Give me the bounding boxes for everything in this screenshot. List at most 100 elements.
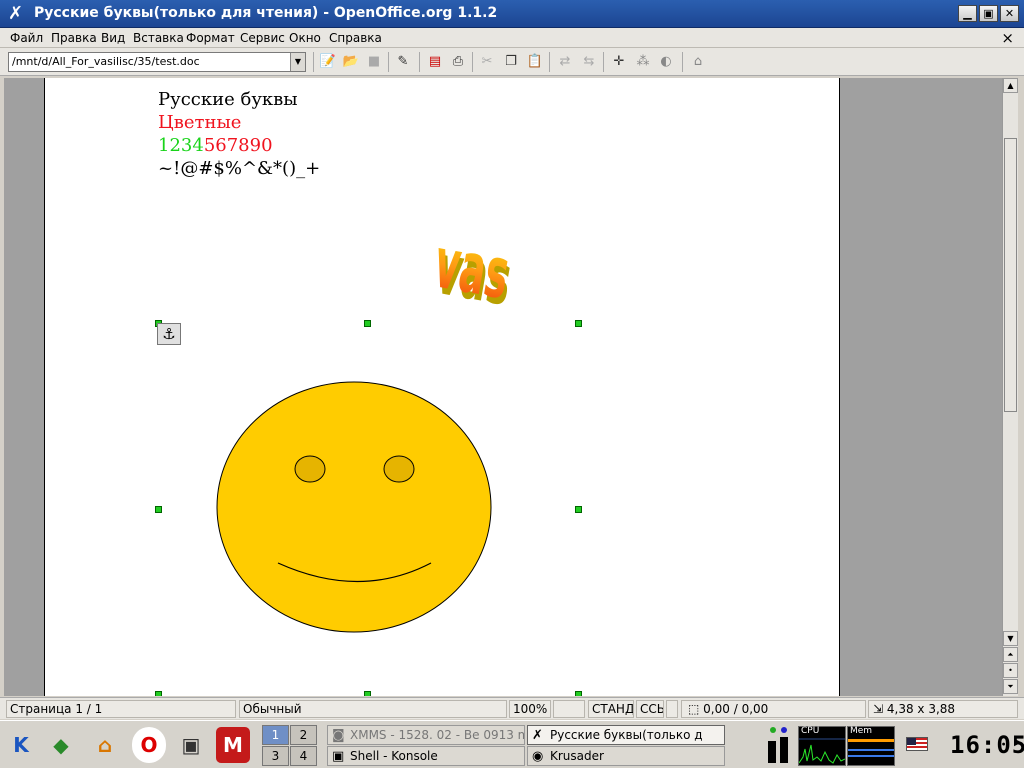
kde-panel: K ◆ ⌂ O ▣ M 1 2 3 4 ◙ XMMS - 1528. 02 - … (0, 720, 1024, 768)
scroll-up-icon[interactable]: ▲ (1003, 78, 1018, 93)
clock[interactable]: 16:05 (950, 731, 1024, 759)
status-page[interactable]: Страница 1 / 1 (6, 700, 236, 718)
status-position: ⬚ 0,00 / 0,00 (681, 700, 866, 718)
desktop-3[interactable]: 3 (262, 746, 289, 766)
panel-arrow-icon[interactable]: ▶ (1014, 737, 1022, 748)
save-icon[interactable]: ■ (364, 52, 384, 72)
url-combobox[interactable]: /mnt/d/All_For_vasilisc/35/test.doc ▼ (8, 52, 306, 72)
redo-icon[interactable]: ⇆ (579, 52, 599, 72)
function-toolbar: /mnt/d/All_For_vasilisc/35/test.doc ▼ 📝 … (0, 48, 1024, 76)
minimize-button[interactable]: ▁ (958, 5, 977, 22)
status-modified (666, 700, 678, 718)
menu-insert[interactable]: Вставка (133, 31, 184, 45)
cut-icon[interactable]: ✂ (477, 52, 497, 72)
task-konsole[interactable]: ▣ Shell - Konsole (327, 746, 525, 766)
title-bar[interactable]: ✗ Русские буквы(только для чтения) - Ope… (0, 0, 1024, 28)
menu-view[interactable]: Вид (101, 31, 125, 45)
text-line-1: Русские буквы (158, 89, 298, 110)
desktop-1[interactable]: 1 (262, 725, 289, 745)
document-area: Русские буквы Цветные 1234567890 ~!@#$%^… (4, 78, 1004, 696)
mem-label: Mem (850, 726, 873, 736)
print-icon[interactable]: ⎙ (448, 52, 468, 72)
menu-edit[interactable]: Правка (51, 31, 97, 45)
menu-help[interactable]: Справка (329, 31, 382, 45)
open-folder-icon[interactable]: 📂 (341, 52, 361, 72)
selection-handle[interactable] (155, 506, 162, 513)
maximize-button[interactable]: ▣ (979, 5, 998, 22)
anchor-icon[interactable]: ⚓ (157, 323, 181, 345)
edit-file-icon[interactable]: 📝 (318, 52, 338, 72)
vertical-scrollbar[interactable]: ▲ ▼ ⏶ • ⏷ (1002, 78, 1018, 696)
selection-handle[interactable] (155, 691, 162, 696)
selection-handle[interactable] (575, 320, 582, 327)
kde-menu-icon[interactable]: K (4, 727, 38, 763)
selection-handle[interactable] (364, 320, 371, 327)
selection-handle[interactable] (575, 691, 582, 696)
scroll-down-icon[interactable]: ▼ (1003, 631, 1018, 646)
selection-handle[interactable] (364, 691, 371, 696)
selection-handle[interactable] (575, 506, 582, 513)
task-openoffice[interactable]: ✗ Русские буквы(только д (527, 725, 725, 745)
x-app-icon: ✗ (532, 728, 543, 743)
desktop-icon[interactable]: ◆ (44, 727, 78, 763)
status-insert-mode[interactable]: СТАНД (588, 700, 634, 718)
document-close-icon[interactable]: × (1001, 29, 1014, 47)
navigator-icon[interactable]: ✛ (609, 52, 629, 72)
home-folder-icon[interactable]: ⌂ (88, 727, 122, 763)
wordart-text: vas (428, 223, 515, 315)
menu-bar: Файл Правка Вид Вставка Формат Сервис Ок… (0, 28, 1024, 48)
status-hyperlink-mode[interactable]: ССЫ (636, 700, 664, 718)
task-krusader[interactable]: ◉ Krusader (527, 746, 725, 766)
chevron-down-icon[interactable]: ▼ (290, 53, 305, 71)
desktop-2[interactable]: 2 (290, 725, 317, 745)
export-pdf-icon[interactable]: ▤ (425, 52, 445, 72)
keyboard-layout-flag-icon[interactable] (906, 737, 928, 751)
mixer-led-icon (770, 727, 776, 733)
status-bar: Страница 1 / 1 Обычный 100% СТАНД ССЫ ⬚ … (0, 697, 1024, 719)
menu-file[interactable]: Файл (10, 31, 43, 45)
page-text: Русские буквы Цветные 1234567890 ~!@#$%^… (158, 88, 320, 180)
navigation-icon[interactable]: • (1003, 663, 1018, 678)
close-button[interactable]: ✕ (1000, 5, 1019, 22)
zoom-icon[interactable]: ⌂ (688, 52, 708, 72)
task-xmms-label: XMMS - 1528. 02 - Be 0913 m (350, 728, 525, 742)
task-konsole-label: Shell - Konsole (350, 749, 438, 763)
edit-document-icon[interactable]: ✎ (393, 52, 413, 72)
scrollbar-thumb[interactable] (1004, 138, 1017, 412)
opera-icon[interactable]: O (132, 727, 166, 763)
status-page-style[interactable]: Обычный (239, 700, 507, 718)
window-title: Русские буквы(только для чтения) - OpenO… (34, 5, 498, 21)
task-krusader-label: Krusader (550, 749, 604, 763)
text-green-digits: 1234 (158, 135, 204, 156)
status-blank (553, 700, 585, 718)
copy-icon[interactable]: ❐ (501, 52, 521, 72)
text-line-4: ~!@#$%^&*()_+ (158, 158, 321, 179)
mail-agent-icon[interactable]: M (216, 727, 250, 763)
wordart-vas[interactable]: vas vas (415, 198, 525, 328)
menu-window[interactable]: Окно (289, 31, 321, 45)
undo-icon[interactable]: ⇄ (555, 52, 575, 72)
text-line-3: 1234567890 (158, 134, 320, 157)
memory-monitor[interactable]: Mem (847, 726, 895, 766)
krusader-icon: ◉ (532, 749, 544, 764)
data-sources-icon[interactable]: ◐ (656, 52, 676, 72)
status-zoom[interactable]: 100% (509, 700, 551, 718)
smiley-drawing[interactable] (215, 378, 495, 638)
konsole-icon: ▣ (332, 749, 345, 764)
menu-tools[interactable]: Сервис (240, 31, 285, 45)
mixer-applet[interactable] (766, 727, 792, 765)
mixer-led-icon (781, 727, 787, 733)
text-red-digits: 567890 (203, 135, 273, 156)
document-page[interactable]: Русские буквы Цветные 1234567890 ~!@#$%^… (44, 78, 840, 696)
menu-format[interactable]: Формат (186, 31, 235, 45)
desktop-4[interactable]: 4 (290, 746, 317, 766)
gallery-icon[interactable]: ⁂ (633, 52, 653, 72)
text-line-2: Цветные (158, 112, 242, 133)
paste-icon[interactable]: 📋 (525, 52, 545, 72)
terminal-icon[interactable]: ▣ (174, 727, 208, 763)
task-xmms[interactable]: ◙ XMMS - 1528. 02 - Be 0913 m (327, 725, 525, 745)
next-page-icon[interactable]: ⏷ (1003, 679, 1018, 694)
cpu-monitor[interactable]: CPU (798, 726, 846, 766)
x-app-icon[interactable]: ✗ (8, 4, 28, 24)
previous-page-icon[interactable]: ⏶ (1003, 647, 1018, 662)
